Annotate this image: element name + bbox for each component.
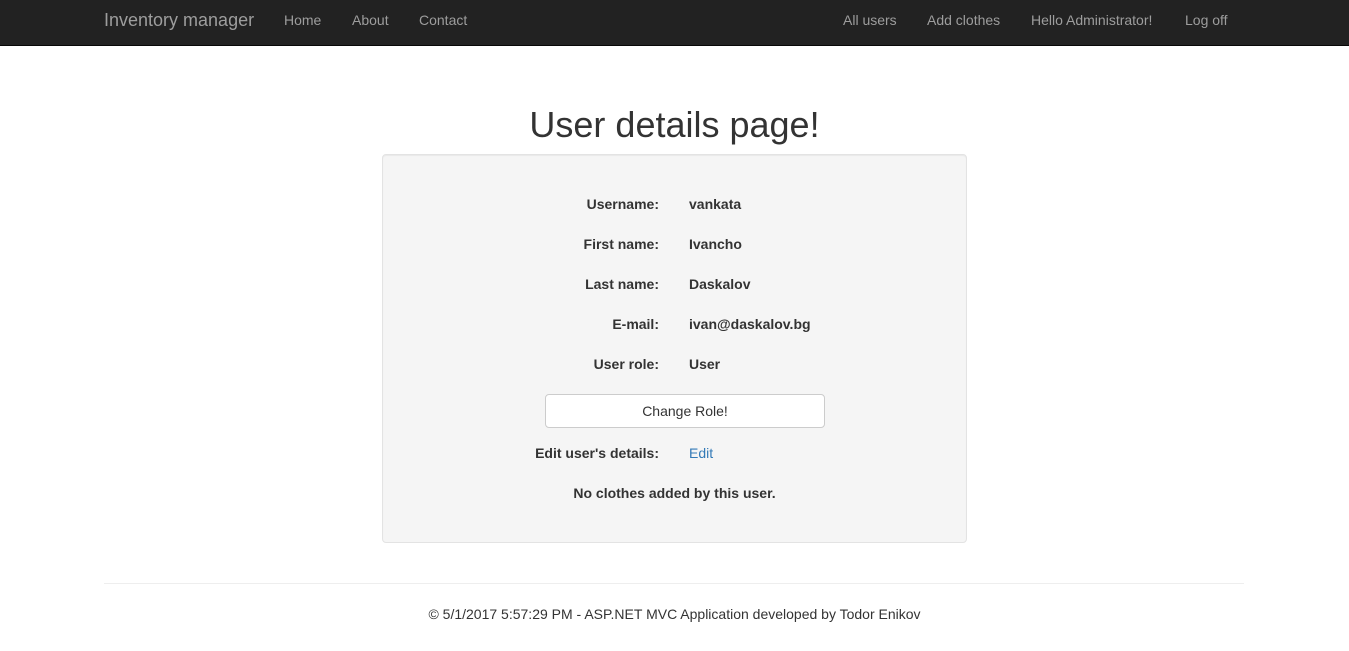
- top-navbar: Inventory manager Home About Contact All…: [0, 0, 1349, 46]
- change-role-button[interactable]: Change Role!: [545, 394, 825, 428]
- footer-text: © 5/1/2017 5:57:29 PM - ASP.NET MVC Appl…: [428, 606, 921, 622]
- user-role-label: User role:: [593, 356, 659, 372]
- nav-log-off-link[interactable]: Log off: [1185, 0, 1228, 40]
- brand-link[interactable]: Inventory manager: [104, 0, 254, 40]
- edit-details-label: Edit user's details:: [535, 445, 659, 461]
- nav-all-users-link[interactable]: All users: [843, 0, 897, 40]
- page-title: User details page!: [529, 104, 820, 145]
- no-clothes-message: No clothes added by this user.: [573, 485, 776, 501]
- username-value: vankata: [689, 196, 742, 212]
- email-value: ivan@daskalov.bg: [689, 316, 811, 332]
- nav-hello-user-link[interactable]: Hello Administrator!: [1031, 0, 1152, 40]
- first-name-value: Ivancho: [689, 236, 742, 252]
- nav-add-clothes-link[interactable]: Add clothes: [927, 0, 1000, 40]
- nav-about-link[interactable]: About: [352, 0, 389, 40]
- last-name-value: Daskalov: [689, 276, 751, 292]
- first-name-label: First name:: [583, 236, 659, 252]
- user-role-value: User: [689, 356, 721, 372]
- last-name-label: Last name:: [585, 276, 659, 292]
- username-label: Username:: [586, 196, 659, 212]
- nav-home-link[interactable]: Home: [284, 0, 321, 40]
- user-details-panel: Username: vankata First name: Ivancho La…: [382, 154, 967, 543]
- edit-link[interactable]: Edit: [689, 445, 713, 461]
- footer-divider: [104, 583, 1244, 584]
- nav-contact-link[interactable]: Contact: [419, 0, 467, 40]
- email-label: E-mail:: [612, 316, 659, 332]
